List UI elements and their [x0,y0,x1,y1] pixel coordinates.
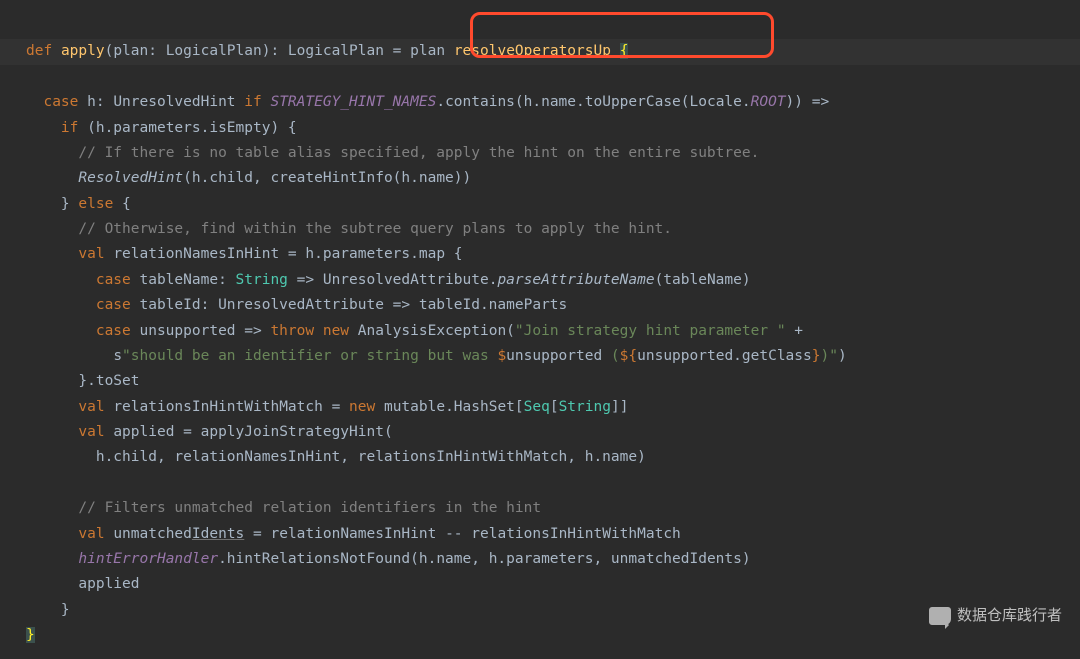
brace-open: { [620,43,629,59]
wechat-icon [929,607,951,625]
brace-close: } [26,627,35,643]
code-line-3: if (h.parameters.isEmpty) { [26,120,297,136]
code-line-15: val applied = applyJoinStrategyHint( [26,424,393,440]
watermark: 数据仓库践行者 [929,603,1062,629]
code-line-18: // Filters unmatched relation identifier… [26,500,541,516]
code-line-21: applied [26,576,140,592]
fn-apply: apply [61,43,105,59]
code-line-5: ResolvedHint(h.child, createHintInfo(h.n… [26,170,471,186]
code-line-14: val relationsInHintWithMatch = new mutab… [26,399,628,415]
code-line-20: hintErrorHandler.hintRelationsNotFound(h… [26,551,751,567]
code-line-9: case tableName: String => UnresolvedAttr… [26,272,751,288]
code-line-12: s"should be an identifier or string but … [26,348,847,364]
type-string: String [236,272,288,288]
call-resolveOperatorsUp: resolveOperatorsUp [454,43,611,59]
comment-2: // Otherwise, find within the subtree qu… [78,221,672,237]
code-line-2: case h: UnresolvedHint if STRATEGY_HINT_… [26,94,829,110]
type-seq: Seq [524,399,550,415]
comment-3: // Filters unmatched relation identifier… [78,500,541,516]
code-line-1: def apply(plan: LogicalPlan): LogicalPla… [0,39,1080,64]
code-line-19: val unmatchedIdents = relationNamesInHin… [26,526,681,542]
code-line-11: case unsupported => throw new AnalysisEx… [26,323,803,339]
code-line-4: // If there is no table alias specified,… [26,145,759,161]
code-line-17 [26,475,35,491]
watermark-text: 数据仓库践行者 [957,603,1062,629]
code-editor[interactable]: def apply(plan: LogicalPlan): LogicalPla… [0,0,1080,648]
string-literal-1: "Join strategy hint parameter " [515,323,786,339]
call-resolvedHint: ResolvedHint [78,170,183,186]
const-root: ROOT [751,94,786,110]
code-line-6: } else { [26,196,131,212]
code-line-13: }.toSet [26,373,140,389]
code-line-23: } [26,627,35,643]
code-line-16: h.child, relationNamesInHint, relationsI… [26,449,646,465]
ident-hintErrorHandler: hintErrorHandler [78,551,218,567]
underline-idents: Idents [192,526,244,542]
code-line-10: case tableId: UnresolvedAttribute => tab… [26,297,567,313]
call-parseAttributeName: parseAttributeName [497,272,654,288]
const-strategy: STRATEGY_HINT_NAMES [270,94,436,110]
comment-1: // If there is no table alias specified,… [78,145,759,161]
kw-def: def [26,43,52,59]
ident-plan: plan [410,43,445,59]
signature: (plan: LogicalPlan): LogicalPlan [105,43,384,59]
code-line-7: // Otherwise, find within the subtree qu… [26,221,672,237]
code-line-8: val relationNamesInHint = h.parameters.m… [26,246,463,262]
code-line-22: } [26,602,70,618]
